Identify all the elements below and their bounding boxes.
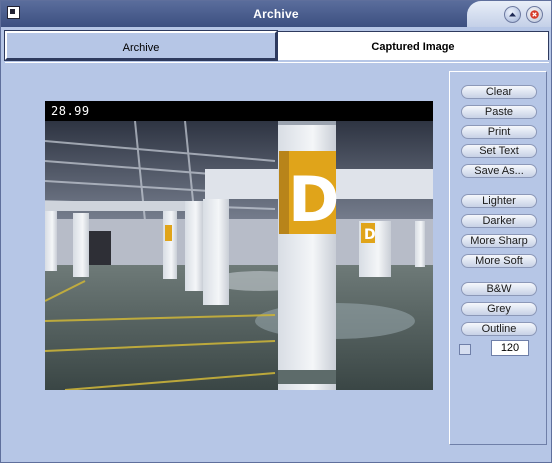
more-soft-button[interactable]: More Soft <box>461 254 537 268</box>
value-field[interactable] <box>491 340 529 356</box>
parking-garage-photo: D D <box>45 121 433 390</box>
save-as-button[interactable]: Save As... <box>461 164 537 178</box>
tab-strip: Archive Captured Image <box>4 30 549 61</box>
tab-archive[interactable]: Archive <box>4 30 278 61</box>
set-text-button[interactable]: Set Text <box>461 144 537 158</box>
clear-button[interactable]: Clear <box>461 85 537 99</box>
close-icon <box>530 10 539 19</box>
darker-button[interactable]: Darker <box>461 214 537 228</box>
svg-text:D: D <box>364 227 376 243</box>
svg-text:D: D <box>288 163 339 236</box>
paste-button[interactable]: Paste <box>461 105 537 119</box>
bw-button[interactable]: B&W <box>461 282 537 296</box>
grey-button[interactable]: Grey <box>461 302 537 316</box>
image-overlay-text: 28.99 <box>51 104 90 118</box>
close-button[interactable] <box>526 6 543 23</box>
title-controls <box>467 1 551 27</box>
tab-captured-image[interactable]: Captured Image <box>277 31 549 60</box>
image-caption-bar <box>45 101 433 121</box>
tab-divider <box>5 62 549 63</box>
more-sharp-button[interactable]: More Sharp <box>461 234 537 248</box>
outline-button[interactable]: Outline <box>461 322 537 336</box>
print-button[interactable]: Print <box>461 125 537 139</box>
tools-panel: Clear Paste Print Set Text Save As... Li… <box>449 71 547 445</box>
minimize-button[interactable] <box>504 6 521 23</box>
title-bar[interactable]: Archive <box>1 1 551 27</box>
color-swatch[interactable] <box>459 344 471 355</box>
lighter-button[interactable]: Lighter <box>461 194 537 208</box>
caret-up-icon <box>509 12 516 17</box>
archive-window: Archive Archive Captured Image 28.99 D D… <box>0 0 552 463</box>
captured-image[interactable]: 28.99 D D <box>45 101 433 390</box>
